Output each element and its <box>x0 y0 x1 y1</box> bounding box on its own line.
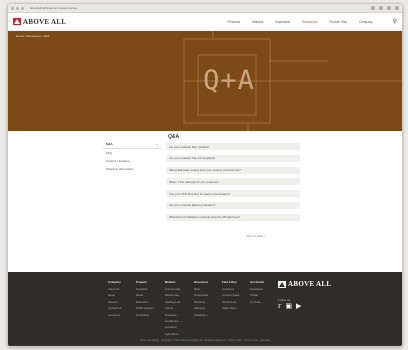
footer-link[interactable]: Q&A <box>194 287 208 291</box>
logo-mark-icon <box>13 18 21 25</box>
section-title: Q&A <box>168 134 180 140</box>
extension-icon[interactable] <box>387 6 391 10</box>
question-row[interactable]: Are your products lighting protection? <box>166 201 300 209</box>
hero-banner: Home / Resources / Q&A Q+A <box>8 31 402 131</box>
footer-link[interactable]: Industrial <box>165 325 181 329</box>
nav-item-find-a-rep[interactable]: Find An Rep <box>329 20 347 24</box>
footer-link[interactable]: Public Spaces <box>136 306 154 310</box>
main-content: Q&A – FAQ Product Literature Warranty In… <box>8 131 402 243</box>
footer-heading: Get Social <box>250 280 264 284</box>
footer-column-find-a-rep: Find A Rep Locations Contact Sales Distr… <box>222 280 239 313</box>
footer-link[interactable]: Agriculture <box>165 332 181 336</box>
footer-link[interactable]: Twitter <box>250 293 264 297</box>
main-nav: Products Markets Inspiration Resources F… <box>227 20 372 24</box>
sidebar-item-faq[interactable]: FAQ <box>103 149 161 157</box>
logo-text: ABOVE ALL <box>288 280 332 288</box>
question-row[interactable]: What - L70s warranty for your products? <box>166 178 300 186</box>
footer-link[interactable]: Hospitality <box>136 313 154 317</box>
site-footer: Company About Us News Careers Contact Us… <box>8 272 402 346</box>
logo-mark-icon <box>278 280 286 288</box>
footer-link[interactable]: YouTube <box>250 300 264 304</box>
footer-link[interactable]: Careers <box>108 300 122 304</box>
footer-link[interactable]: Warehouse <box>165 293 181 297</box>
footer-link[interactable]: Facebook <box>250 287 264 291</box>
question-row[interactable]: What LED power supply does your outdoor … <box>166 166 300 174</box>
question-row[interactable]: Are your products DLC certified? <box>166 143 300 150</box>
sidebar-item-label: Q&A <box>106 142 113 146</box>
footer-link[interactable]: Brochure <box>194 300 208 304</box>
site-logo[interactable]: ABOVE ALL <box>13 18 66 26</box>
sidebar-item-warranty[interactable]: Warranty Information <box>103 165 161 173</box>
nav-item-products[interactable]: Products <box>227 20 240 24</box>
footer-link[interactable]: Contact Us <box>108 306 122 310</box>
resources-sidebar: Q&A – FAQ Product Literature Warranty In… <box>103 140 161 173</box>
address-bar[interactable]: aboveall.lighting.com/resources/q-a <box>30 6 367 10</box>
footer-heading: Resources <box>194 280 209 284</box>
footer-logo[interactable]: ABOVE ALL <box>278 280 331 288</box>
extension-icon[interactable] <box>371 6 375 10</box>
footer-column-get-social: Get Social Facebook Twitter YouTube <box>250 280 264 306</box>
footer-column-markets: Markets Commercial Warehouse Parking Lot… <box>165 280 181 338</box>
footer-link[interactable]: News <box>108 293 122 297</box>
search-icon[interactable]: ⚲ <box>393 18 397 25</box>
hero-title: Q+A <box>203 65 255 96</box>
minus-icon: – <box>156 142 158 146</box>
nav-item-resources[interactable]: Resources <box>302 20 317 24</box>
footer-link[interactable]: Commercial <box>165 287 181 291</box>
footer-link[interactable]: Contact Sales <box>222 293 239 297</box>
youtube-icon[interactable]: ▶ <box>296 303 301 310</box>
footer-link[interactable]: Warranty <box>194 306 208 310</box>
twitter-icon[interactable]: 𝕣 <box>278 303 281 310</box>
nav-item-markets[interactable]: Markets <box>252 20 263 24</box>
footer-column-resources: Resources Q&A Downloads Brochure Warrant… <box>194 280 208 319</box>
nav-item-inspiration[interactable]: Inspiration <box>275 20 290 24</box>
footer-link[interactable]: Downloads <box>194 293 208 297</box>
footer-heading: Markets <box>165 280 176 284</box>
footer-column-company: Company About Us News Careers Contact Us… <box>108 280 122 319</box>
browser-window: aboveall.lighting.com/resources/q-a ABOV… <box>7 3 403 347</box>
social-links: 𝕣 ▣ ▶ <box>278 303 301 310</box>
footer-column-projects: Projects Industrial Retail Education Pub… <box>136 280 154 319</box>
footer-link[interactable]: Parking Lots <box>165 300 181 304</box>
footer-link[interactable]: About Us <box>108 287 122 291</box>
window-control-icon[interactable] <box>11 6 14 10</box>
window-control-icon[interactable] <box>21 6 24 10</box>
footer-link[interactable]: Locations <box>222 287 239 291</box>
sidebar-item-product-literature[interactable]: Product Literature <box>103 157 161 165</box>
footer-heading: Find A Rep <box>222 280 237 284</box>
question-row[interactable]: What kind of installation methods does t… <box>166 213 300 221</box>
footer-link[interactable]: Retail <box>136 293 154 297</box>
footer-link[interactable]: Sales Team <box>222 306 239 310</box>
pagination[interactable]: Prev 1 2 Next > <box>246 234 265 238</box>
qa-list: Q&A Are your products DLC certified? Are… <box>166 134 300 226</box>
nav-item-company[interactable]: Company <box>359 20 373 24</box>
window-control-icon[interactable] <box>16 6 19 10</box>
footer-bottom-bar: Above All Lighting · Copyright © 2021 Ab… <box>139 339 271 342</box>
footer-link[interactable]: Installation <box>194 313 208 317</box>
browser-toolbar: aboveall.lighting.com/resources/q-a <box>8 4 402 13</box>
breadcrumb[interactable]: Home / Resources / Q&A <box>16 34 50 38</box>
site-header: ABOVE ALL Products Markets Inspiration R… <box>8 13 402 31</box>
question-row[interactable]: Are your products Title 24 compliant? <box>166 154 300 162</box>
footer-link[interactable]: Education <box>136 300 154 304</box>
footer-heading: Projects <box>136 280 148 284</box>
footer-link[interactable]: Healthcare <box>165 319 181 323</box>
browser-menu-icon[interactable] <box>395 6 399 10</box>
extension-icon[interactable] <box>379 6 383 10</box>
logo-text: ABOVE ALL <box>23 17 67 26</box>
question-row[interactable]: Can your UFO fans they be used in wet lo… <box>166 190 300 198</box>
instagram-icon[interactable]: ▣ <box>285 303 292 310</box>
follow-label: Follow Us <box>278 298 291 302</box>
footer-heading: Company <box>108 280 121 284</box>
footer-link[interactable]: Sports <box>165 306 181 310</box>
footer-link[interactable]: Locations <box>108 313 122 317</box>
footer-link[interactable]: Roadway <box>165 313 181 317</box>
footer-link[interactable]: Industrial <box>136 287 154 291</box>
footer-link[interactable]: Distributors <box>222 300 239 304</box>
sidebar-item-qa[interactable]: Q&A – <box>103 140 161 149</box>
